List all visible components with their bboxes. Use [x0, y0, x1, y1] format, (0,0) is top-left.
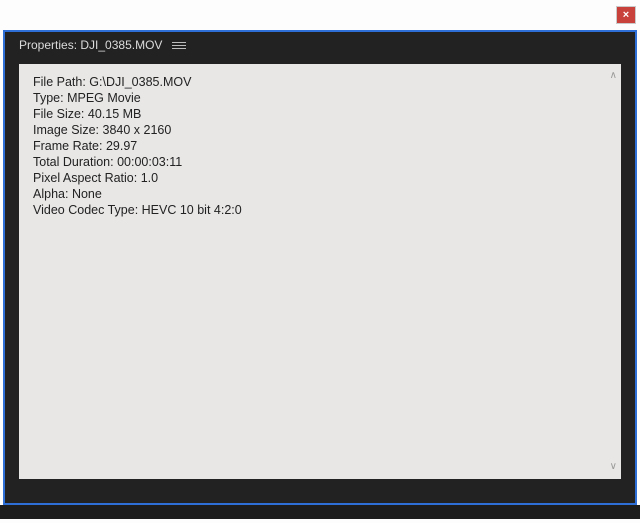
- prop-type: Type: MPEG Movie: [33, 90, 607, 106]
- prop-label: Type:: [33, 91, 64, 105]
- prop-label: File Size:: [33, 107, 84, 121]
- prop-image-size: Image Size: 3840 x 2160: [33, 122, 607, 138]
- panel-title-filename: DJI_0385.MOV: [80, 38, 162, 52]
- prop-label: Image Size:: [33, 123, 99, 137]
- prop-alpha: Alpha: None: [33, 186, 607, 202]
- panel-title-prefix: Properties:: [19, 38, 77, 52]
- prop-video-codec-type: Video Codec Type: HEVC 10 bit 4:2:0: [33, 202, 607, 218]
- properties-content: ∧ File Path: G:\DJI_0385.MOV Type: MPEG …: [19, 64, 621, 479]
- prop-label: Total Duration:: [33, 155, 114, 169]
- close-button[interactable]: ×: [617, 7, 635, 23]
- properties-panel: Properties: DJI_0385.MOV ∧ File Path: G:…: [3, 30, 637, 505]
- prop-label: Alpha:: [33, 187, 68, 201]
- prop-value: 1.0: [141, 171, 158, 185]
- prop-label: Frame Rate:: [33, 139, 102, 153]
- prop-pixel-aspect-ratio: Pixel Aspect Ratio: 1.0: [33, 170, 607, 186]
- window-titlebar: ×: [0, 0, 640, 30]
- prop-total-duration: Total Duration: 00:00:03:11: [33, 154, 607, 170]
- panel-menu-icon[interactable]: [172, 38, 186, 52]
- close-icon: ×: [623, 9, 629, 21]
- prop-label: Pixel Aspect Ratio:: [33, 171, 137, 185]
- prop-value: MPEG Movie: [67, 91, 141, 105]
- prop-value: 29.97: [106, 139, 137, 153]
- scroll-down-arrow[interactable]: ∨: [610, 459, 617, 475]
- prop-file-path: File Path: G:\DJI_0385.MOV: [33, 74, 607, 90]
- prop-value: G:\DJI_0385.MOV: [89, 75, 191, 89]
- panel-header: Properties: DJI_0385.MOV: [5, 32, 635, 58]
- prop-value: 40.15 MB: [88, 107, 142, 121]
- prop-value: HEVC 10 bit 4:2:0: [142, 203, 242, 217]
- scroll-up-arrow[interactable]: ∧: [610, 68, 617, 84]
- prop-value: None: [72, 187, 102, 201]
- panel-title: Properties: DJI_0385.MOV: [19, 38, 162, 52]
- prop-value: 00:00:03:11: [117, 155, 182, 169]
- prop-value: 3840 x 2160: [103, 123, 172, 137]
- prop-file-size: File Size: 40.15 MB: [33, 106, 607, 122]
- bottom-toolbar-strip: [0, 505, 640, 519]
- prop-label: File Path:: [33, 75, 86, 89]
- prop-frame-rate: Frame Rate: 29.97: [33, 138, 607, 154]
- prop-label: Video Codec Type:: [33, 203, 138, 217]
